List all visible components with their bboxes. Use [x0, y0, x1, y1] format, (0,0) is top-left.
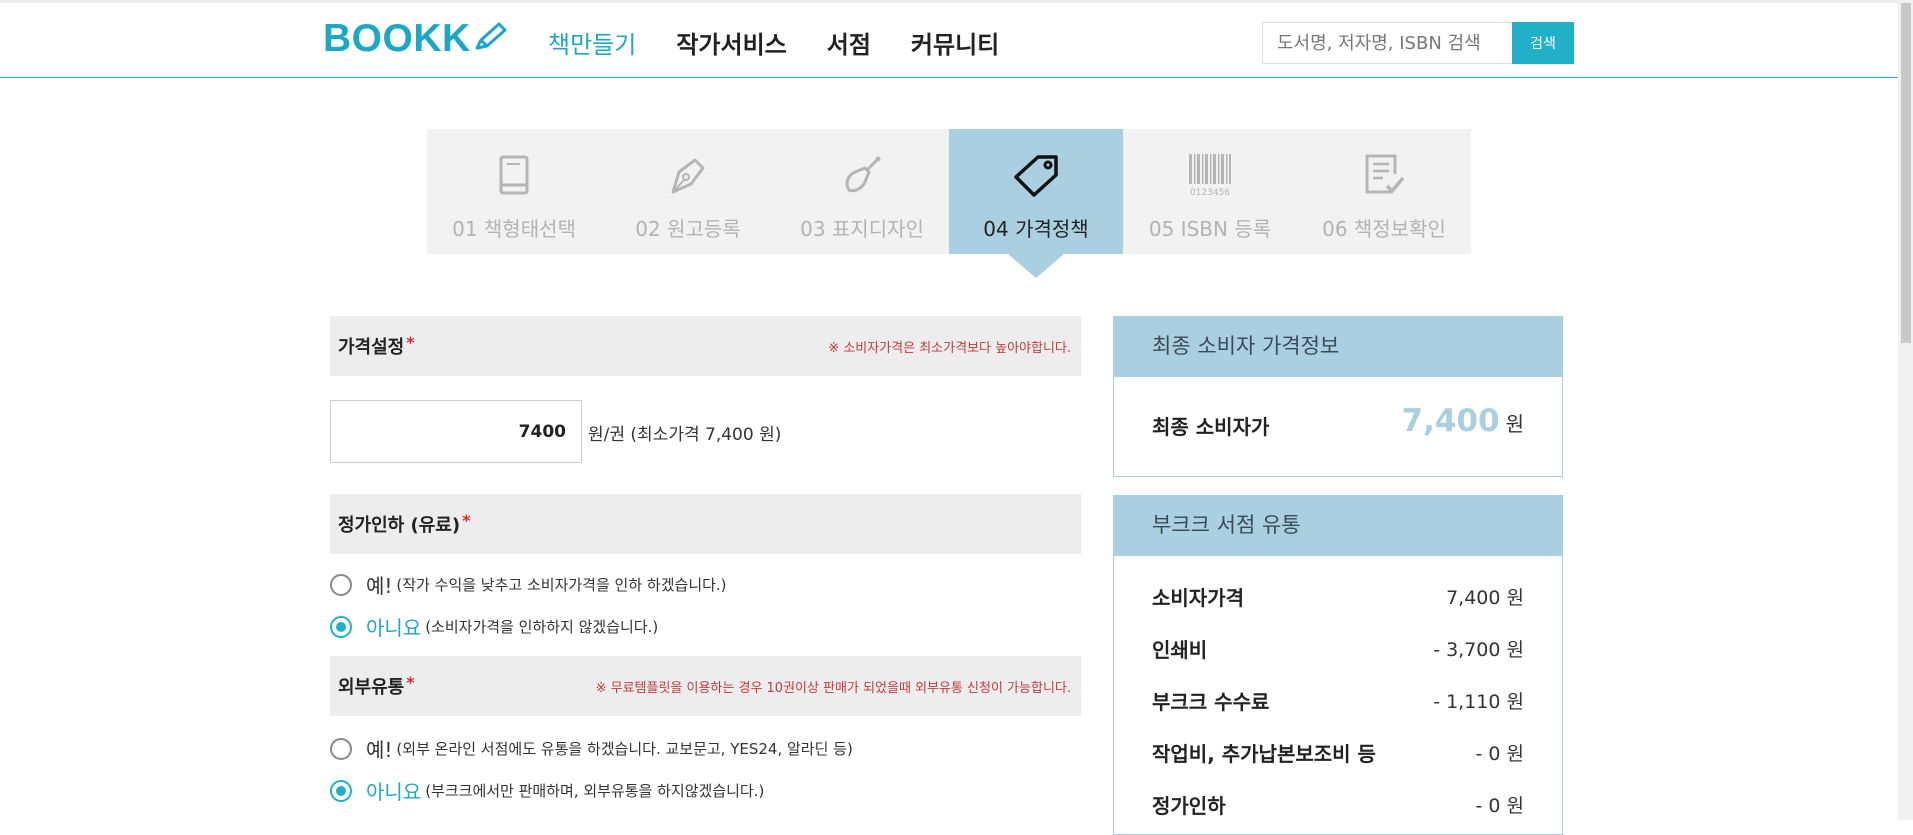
step-progress: 01 책형태선택 02 원고등록 03 표지디자인 04 가격정책 012345… [427, 129, 1471, 278]
document-check-icon [1361, 151, 1407, 199]
option-desc: (작가 수익을 낮추고 소비자가격을 인하 하겠습니다.) [396, 576, 727, 594]
dist-row-print-cost: 인쇄비 - 3,700 원 [1114, 622, 1562, 674]
final-price-label: 최종 소비자가 [1152, 415, 1270, 439]
required-mark: * [462, 511, 471, 530]
row-label: 인쇄비 [1152, 638, 1208, 662]
step-book-type[interactable]: 01 책형태선택 [427, 129, 601, 254]
dist-row-consumer-price: 소비자가격 7,400 원 [1114, 570, 1562, 622]
dist-row-work-cost: 작업비, 추가납본보조비 등 - 0 원 [1114, 726, 1562, 778]
row-label: 소비자가격 [1152, 586, 1244, 610]
dist-row-bookk-fee: 부크크 수수료 - 1,110 원 [1114, 674, 1562, 726]
step-price-policy[interactable]: 04 가격정책 [949, 129, 1123, 278]
search-input[interactable] [1262, 22, 1512, 64]
step-label: 01 책형태선택 [452, 217, 576, 241]
option-label: 예! [366, 574, 393, 598]
external-no-option[interactable]: 아니요 (부크크에서만 판매하며, 외부유통을 하지않겠습니다.) [330, 776, 764, 805]
step-isbn[interactable]: 0123456 05 ISBN 등록 [1123, 129, 1297, 254]
discount-title: 정가인하 (유료) [338, 515, 461, 536]
discount-bar: 정가인하 (유료) * [330, 494, 1081, 554]
dist-row-discount: 정가인하 - 0 원 [1114, 778, 1562, 830]
card-title: 부크크 서점 유통 [1114, 496, 1562, 556]
section-title: 외부유통 * [338, 673, 415, 699]
section-title: 정가인하 (유료) * [338, 511, 470, 537]
step-label: 02 원고등록 [635, 217, 741, 241]
discount-yes-option[interactable]: 예! (작가 수익을 낮추고 소비자가격을 인하 하겠습니다.) [330, 570, 727, 599]
step-cover-design[interactable]: 03 표지디자인 [775, 129, 949, 254]
option-label: 아니요 [366, 616, 422, 640]
nav-bookstore[interactable]: 서점 [827, 25, 871, 60]
search-bar: 검색 [1262, 22, 1574, 64]
pencil-icon [475, 22, 507, 50]
main-nav: 책만들기 작가서비스 서점 커뮤니티 [548, 25, 1039, 60]
site-header: BOOKK 책만들기 작가서비스 서점 커뮤니티 검색 [0, 0, 1898, 78]
row-label: 정가인하 [1152, 794, 1226, 818]
nav-author-service[interactable]: 작가서비스 [676, 25, 786, 60]
step-label: 03 표지디자인 [800, 217, 924, 241]
distribution-breakdown: 소비자가격 7,400 원 인쇄비 - 3,700 원 부크크 수수료 - 1,… [1114, 556, 1562, 830]
price-setting-bar: 가격설정 * ※ 소비자가격은 최소가격보다 높아야합니다. [330, 316, 1081, 376]
option-label: 아니요 [366, 780, 422, 804]
external-yes-option[interactable]: 예! (외부 온라인 서점에도 유통을 하겠습니다. 교보문고, YES24, … [330, 734, 853, 763]
card-title: 최종 소비자 가격정보 [1114, 317, 1562, 377]
step-manuscript[interactable]: 02 원고등록 [601, 129, 775, 254]
logo-text: BOOKK [323, 17, 471, 60]
row-value: - 0 원 [1475, 795, 1524, 817]
brush-icon [841, 151, 883, 199]
option-label: 예! [366, 738, 393, 762]
bookk-distribution-card: 부크크 서점 유통 소비자가격 7,400 원 인쇄비 - 3,700 원 부크… [1113, 495, 1563, 835]
nav-community[interactable]: 커뮤니티 [911, 25, 999, 60]
external-title: 외부유통 [338, 677, 405, 698]
radio-button[interactable] [330, 737, 352, 760]
section-title: 가격설정 * [338, 333, 415, 359]
discount-no-option[interactable]: 아니요 (소비자가격을 인하하지 않겠습니다.) [330, 612, 658, 641]
bookk-logo[interactable]: BOOKK [323, 17, 507, 61]
external-note: ※ 무료템플릿을 이용하는 경우 10권이상 판매가 되었을때 외부유통 신청이… [595, 681, 1071, 696]
final-price-value: 7,400 원 [1402, 403, 1524, 439]
final-price-unit: 원 [1505, 412, 1524, 436]
search-button[interactable]: 검색 [1512, 22, 1574, 64]
required-mark: * [406, 673, 415, 692]
final-price-row: 최종 소비자가 7,400 원 [1114, 377, 1562, 476]
price-note: ※ 소비자가격은 최소가격보다 높아야합니다. [828, 341, 1071, 356]
price-tag-icon [1012, 151, 1060, 199]
row-value: - 3,700 원 [1433, 639, 1524, 661]
radio-button-selected[interactable] [330, 779, 352, 802]
page-scrollbar[interactable] [1898, 0, 1913, 820]
required-mark: * [406, 333, 415, 352]
option-desc: (부크크에서만 판매하며, 외부유통을 하지않겠습니다.) [425, 782, 765, 800]
price-setting-title: 가격설정 [338, 337, 405, 358]
radio-button[interactable] [330, 573, 352, 596]
step-label: 04 가격정책 [983, 217, 1089, 241]
row-value: - 1,110 원 [1433, 691, 1524, 713]
option-desc: (소비자가격을 인하하지 않겠습니다.) [425, 618, 659, 636]
radio-button-selected[interactable] [330, 615, 352, 638]
price-input[interactable] [330, 400, 582, 463]
external-dist-bar: 외부유통 * ※ 무료템플릿을 이용하는 경우 10권이상 판매가 되었을때 외부… [330, 656, 1081, 716]
scrollbar-thumb[interactable] [1901, 3, 1911, 343]
barcode-icon: 0123456 [1187, 151, 1233, 199]
barcode-number: 0123456 [1190, 188, 1230, 198]
book-icon [498, 151, 530, 199]
final-price-card: 최종 소비자 가격정보 최종 소비자가 7,400 원 [1113, 316, 1563, 477]
step-book-info[interactable]: 06 책정보확인 [1297, 129, 1471, 254]
step-label: 05 ISBN 등록 [1148, 217, 1272, 241]
price-unit-text: 원/권 (최소가격 7,400 원) [588, 425, 782, 445]
pen-nib-icon [667, 151, 709, 199]
option-desc: (외부 온라인 서점에도 유통을 하겠습니다. 교보문고, YES24, 알라딘… [396, 740, 853, 758]
step-label: 06 책정보확인 [1322, 217, 1446, 241]
final-price-number: 7,400 [1401, 403, 1500, 439]
row-label: 작업비, 추가납본보조비 등 [1152, 742, 1376, 766]
nav-make-book[interactable]: 책만들기 [548, 25, 636, 60]
row-label: 부크크 수수료 [1152, 690, 1270, 714]
row-value: 7,400 원 [1446, 587, 1524, 609]
row-value: - 0 원 [1475, 743, 1524, 765]
